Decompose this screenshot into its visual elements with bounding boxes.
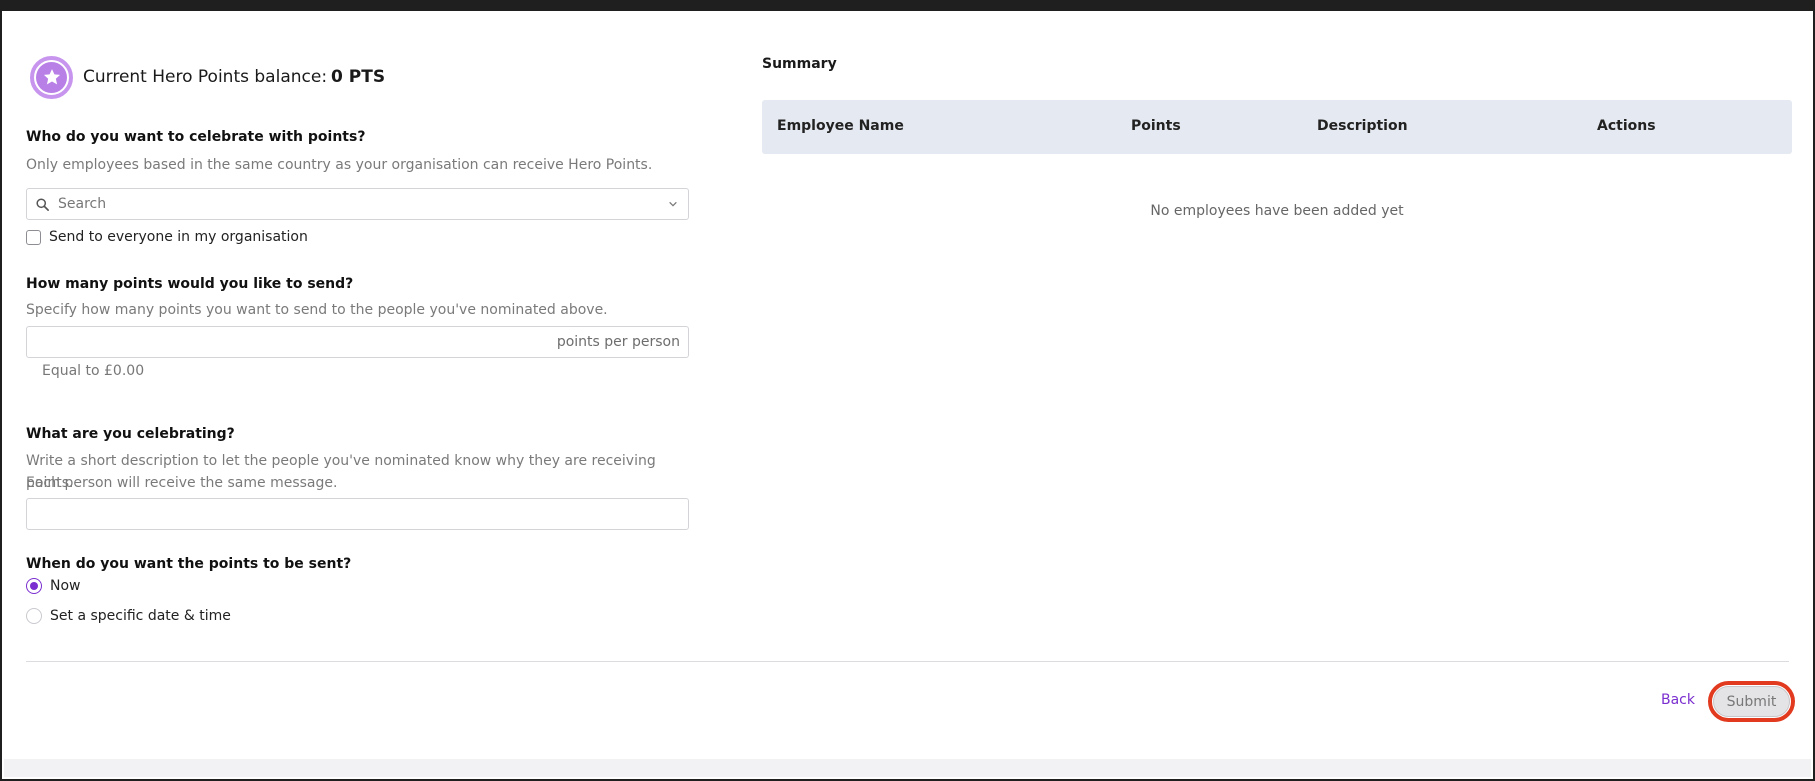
column-employee-name: Employee Name [777,118,904,134]
column-description: Description [1317,118,1408,134]
app-window: Current Hero Points balance: 0 PTS Who d… [0,0,1815,781]
points-equivalent: Equal to £0.00 [42,363,145,379]
balance-label: Current Hero Points balance: [83,67,328,87]
points-hint: Specify how many points you want to send… [26,302,608,318]
search-icon [36,197,49,211]
send-to-everyone-checkbox[interactable] [26,229,41,245]
balance-row: Current Hero Points balance: 0 PTS [30,47,385,107]
radio-now-label: Now [50,578,81,594]
hero-points-badge [30,55,73,99]
celebration-question: What are you celebrating? [26,426,235,442]
chevron-down-icon[interactable] [668,199,678,209]
balance-value: 0 PTS [331,67,386,87]
timing-question: When do you want the points to be sent? [26,556,352,572]
employee-search-input[interactable]: Search [26,188,689,220]
celebration-hint-line-2: Each person will receive the same messag… [26,475,338,491]
search-placeholder: Search [58,196,107,212]
star-icon [43,69,60,85]
send-to-everyone-option[interactable]: Send to everyone in my organisation [26,229,308,245]
timing-option-now[interactable]: Now [26,578,81,594]
footer-divider [26,661,1789,662]
recipients-question: Who do you want to celebrate with points… [26,129,366,145]
description-input[interactable] [26,498,689,530]
points-per-person-input[interactable]: points per person [26,326,689,358]
summary-title: Summary [762,56,837,72]
back-link[interactable]: Back [1661,692,1695,708]
radio-now[interactable] [26,578,42,594]
column-points: Points [1131,118,1181,134]
bottom-band [4,759,1811,777]
summary-table-header: Employee Name Points Description Actions [762,100,1792,154]
points-question: How many points would you like to send? [26,276,354,292]
recipients-hint: Only employees based in the same country… [26,157,653,173]
points-suffix: points per person [556,334,680,350]
summary-empty-message: No employees have been added yet [1150,203,1404,219]
timing-option-specific[interactable]: Set a specific date & time [26,608,231,624]
radio-specific-date[interactable] [26,608,42,624]
send-to-everyone-label: Send to everyone in my organisation [49,229,308,245]
submit-button[interactable]: Submit [1713,686,1790,717]
radio-specific-date-label: Set a specific date & time [50,608,231,624]
column-actions: Actions [1597,118,1656,134]
